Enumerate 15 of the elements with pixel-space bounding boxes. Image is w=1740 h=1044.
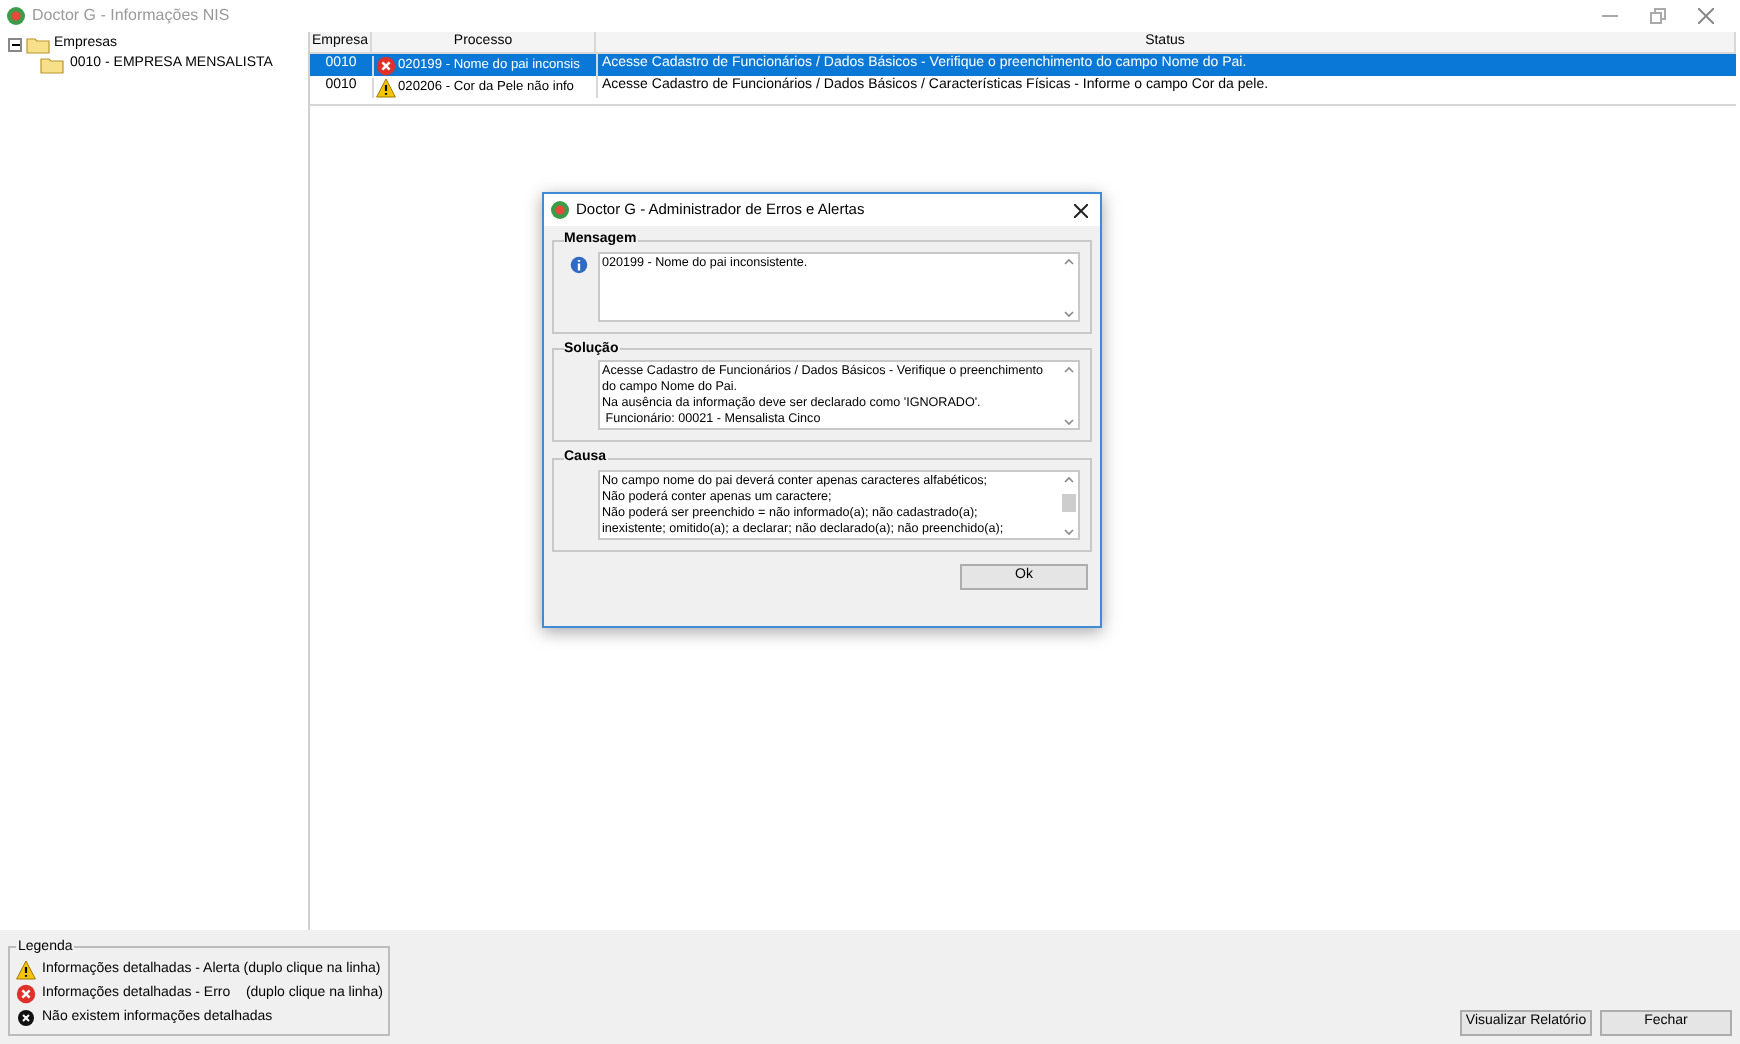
scrollbar[interactable] xyxy=(1060,362,1078,430)
tree-toggle[interactable] xyxy=(8,37,22,51)
info-icon xyxy=(569,255,587,273)
folder-icon xyxy=(40,56,64,74)
scrollbar[interactable] xyxy=(1060,471,1078,539)
app-logo-icon xyxy=(550,200,570,220)
error-icon xyxy=(16,984,36,1004)
warning-icon xyxy=(376,77,396,97)
app-logo-icon xyxy=(6,6,26,26)
restore-icon[interactable] xyxy=(1650,8,1666,24)
scrollbar[interactable] xyxy=(1060,253,1078,321)
window-title: Doctor G - Informações NIS xyxy=(32,4,230,28)
no-info-icon xyxy=(16,1008,36,1028)
close-icon[interactable] xyxy=(1074,203,1088,217)
warning-icon xyxy=(16,960,36,980)
